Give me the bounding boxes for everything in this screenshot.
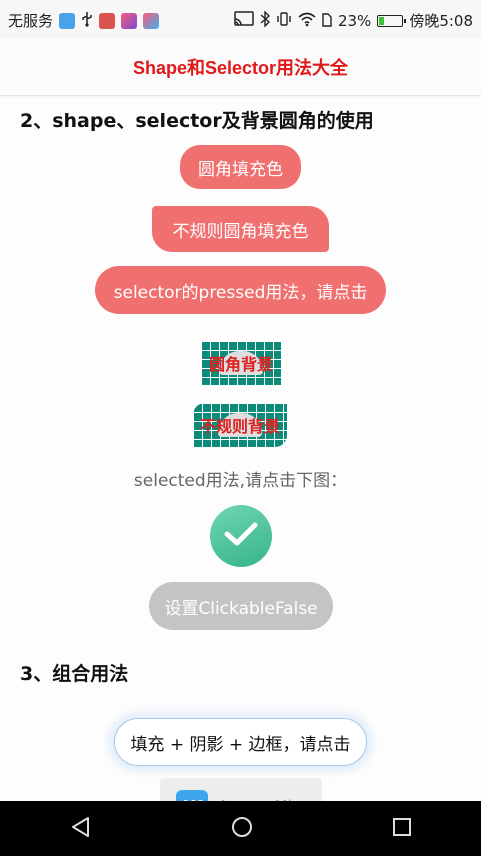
page-title: Shape和Selector用法大全 <box>132 57 349 78</box>
battery-icon <box>377 14 407 27</box>
pressed-selector-button[interactable]: selector的pressed用法，请点击 <box>95 266 386 314</box>
back-icon[interactable] <box>70 816 92 842</box>
checkmark-icon <box>224 521 258 551</box>
usb-icon <box>81 11 93 31</box>
sim-icon <box>322 11 332 31</box>
vibrate-icon <box>276 11 292 31</box>
app-icon <box>143 12 160 29</box>
selected-check-button[interactable] <box>210 505 272 567</box>
section-3-heading: 3、组合用法 <box>20 663 129 685</box>
battery-fill <box>379 16 385 25</box>
irregular-background-view: 不规则背景 <box>193 403 287 447</box>
section-2-heading: 2、shape、selector及背景圆角的使用 <box>20 110 374 132</box>
status-bar: 无服务 23% 傍晚5:08 <box>0 0 481 38</box>
irregular-background-label: 不规则背景 <box>199 417 280 436</box>
selected-hint-text: selected用法,请点击下图： <box>133 471 348 491</box>
title-bar: Shape和Selector用法大全 <box>0 38 481 96</box>
apowermirror-app-icon <box>59 12 76 29</box>
recent-apps-icon[interactable] <box>392 817 412 841</box>
bluetooth-icon <box>260 9 270 31</box>
combo-style-button[interactable]: 填充 + 阴影 + 边框，请点击 <box>114 718 367 766</box>
cast-icon <box>234 10 254 31</box>
battery-percent: 23% <box>337 11 372 30</box>
round-background-label: 圆角背景 <box>208 355 273 374</box>
huawei-app-icon <box>99 12 116 29</box>
navigation-bar <box>0 801 481 856</box>
status-right: 23% 傍晚5:08 <box>234 9 473 31</box>
wifi-icon <box>298 11 316 31</box>
clock: 傍晚5:08 <box>409 12 473 30</box>
irregular-fill-button[interactable]: 不规则圆角填充色 <box>152 206 329 252</box>
round-background-view: 圆角背景 <box>201 341 281 385</box>
app-icon <box>121 12 138 29</box>
round-fill-button[interactable]: 圆角填充色 <box>180 145 301 189</box>
carrier-text: 无服务 <box>8 12 54 30</box>
home-icon[interactable] <box>231 816 253 842</box>
clickable-false-button: 设置ClickableFalse <box>149 582 333 630</box>
status-left: 无服务 <box>8 10 160 31</box>
